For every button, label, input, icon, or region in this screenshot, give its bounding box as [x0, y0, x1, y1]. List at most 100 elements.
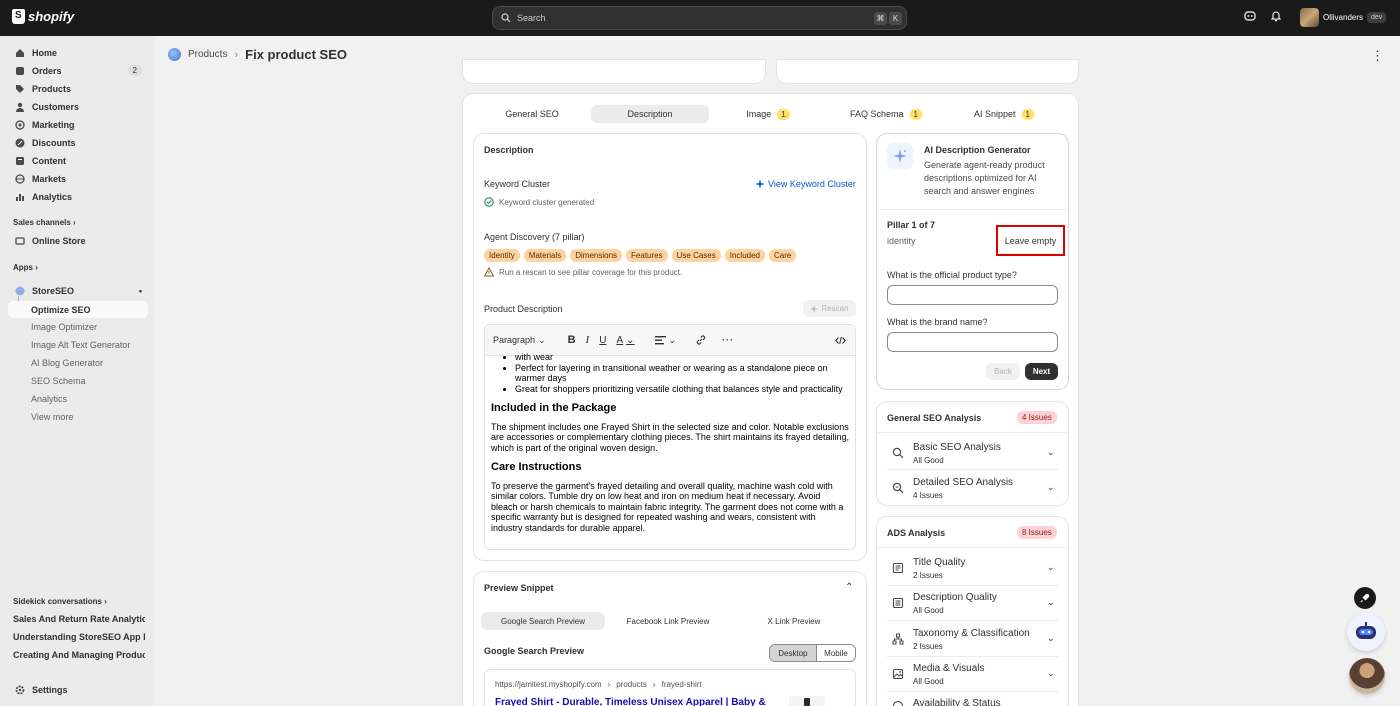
divider [887, 691, 1058, 692]
sidebar-sub-image-optimizer[interactable]: Image Optimizer [31, 322, 97, 332]
k-key: K [889, 12, 902, 25]
link-icon[interactable] [696, 335, 706, 345]
sidekick-icon[interactable] [1244, 10, 1256, 22]
section-paragraph: The shipment includes one Frayed Shirt i… [491, 421, 850, 453]
more-actions-icon[interactable]: ⋮ [1371, 48, 1384, 64]
chat-bot-button[interactable] [1347, 613, 1385, 651]
italic-icon[interactable]: I [586, 334, 590, 346]
row-status: 4 Issues [913, 491, 943, 500]
format-dropdown[interactable]: Paragraph ⌄ [493, 335, 546, 346]
chevron-down-icon[interactable]: ⌄ [1047, 482, 1055, 493]
rescan-button[interactable]: Rescan [803, 300, 856, 317]
sidebar-item-orders[interactable]: Orders 2 [8, 62, 148, 79]
row-title[interactable]: Title Quality [913, 557, 965, 568]
media-icon [891, 667, 905, 681]
next-button[interactable]: Next [1025, 363, 1058, 380]
chevron-down-icon[interactable]: ⌄ [1047, 633, 1055, 644]
bullet-item: with wear [515, 352, 849, 363]
sidebar-label: Customers [32, 101, 80, 112]
tab-x-preview[interactable]: X Link Preview [731, 612, 857, 630]
conversation-item[interactable]: Sales And Return Rate Analytics [13, 614, 145, 624]
target-icon [14, 119, 25, 130]
row-title[interactable]: Media & Visuals [913, 663, 985, 674]
chevron-up-icon[interactable]: ⌃ [845, 582, 853, 593]
robot-icon [1356, 622, 1376, 639]
top-bar: shopify Search ⌘ K Ollivanders dev [0, 0, 1400, 36]
tab-general-seo[interactable]: General SEO [473, 105, 591, 123]
breadcrumb-products-link[interactable]: Products [188, 49, 227, 60]
tab-ai-snippet[interactable]: AI Snippet 1 [945, 105, 1063, 123]
sidekick-text: Sidekick conversations [13, 597, 102, 606]
rocket-launch-button[interactable] [1354, 587, 1376, 609]
brand-name: shopify [28, 9, 75, 24]
row-title[interactable]: Detailed SEO Analysis [913, 477, 1013, 488]
store-menu[interactable]: Ollivanders dev [1300, 8, 1387, 27]
sidekick-conversations-label[interactable]: Sidekick conversations › [13, 597, 107, 606]
sidebar-item-marketing[interactable]: Marketing [8, 116, 148, 133]
underline-icon[interactable]: U [599, 335, 606, 346]
chevron-down-icon[interactable]: ⌄ [1047, 597, 1055, 608]
chevron-down-icon[interactable]: ⌄ [1047, 668, 1055, 679]
sidebar-item-content[interactable]: Content [8, 152, 148, 169]
conversation-item[interactable]: Creating And Managing Products [13, 650, 145, 660]
url-path: products [616, 680, 647, 689]
pillar-tag: Identity [484, 249, 520, 262]
support-agent-avatar[interactable] [1349, 658, 1385, 694]
row-title[interactable]: Description Quality [913, 592, 997, 603]
text-color-icon[interactable]: A ⌄ [616, 335, 634, 346]
sidebar-label: Online Store [32, 235, 86, 246]
tab-faq-schema[interactable]: FAQ Schema 1 [827, 105, 945, 123]
conversation-item[interactable]: Understanding StoreSEO App Features [13, 632, 145, 642]
seo-tabs: General SEO Description Image 1 FAQ Schem… [473, 104, 1067, 124]
sidebar-item-online-store[interactable]: Online Store [8, 232, 148, 249]
sidebar-item-settings[interactable]: Settings [8, 681, 148, 698]
sidebar-sub-alt-text[interactable]: Image Alt Text Generator [31, 340, 130, 350]
leave-empty-button[interactable]: Leave empty [996, 225, 1065, 256]
row-title[interactable]: Taxonomy & Classification [913, 628, 1030, 639]
sidebar-sub-blog-generator[interactable]: AI Blog Generator [31, 358, 103, 368]
shopify-logo[interactable]: shopify [12, 9, 74, 24]
sidebar-sub-analytics[interactable]: Analytics [31, 394, 67, 404]
product-thumbnail [789, 696, 825, 706]
chevron-down-icon[interactable]: ⌄ [1047, 447, 1055, 458]
mobile-toggle[interactable]: Mobile [815, 645, 855, 661]
view-keyword-cluster-link[interactable]: View Keyword Cluster [755, 179, 856, 189]
brand-name-input[interactable] [887, 332, 1058, 352]
sidebar-item-storeseo[interactable]: StoreSEO • [8, 282, 148, 299]
sidebar-sub-optimize-seo[interactable]: Optimize SEO [8, 301, 148, 318]
sidebar-item-home[interactable]: Home [8, 44, 148, 61]
tab-description[interactable]: Description [591, 105, 709, 123]
sidebar-item-markets[interactable]: Markets [8, 170, 148, 187]
product-type-input[interactable] [887, 285, 1058, 305]
desktop-toggle[interactable]: Desktop [770, 645, 816, 661]
back-button[interactable]: Back [986, 363, 1020, 380]
sidebar-item-analytics[interactable]: Analytics [8, 188, 148, 205]
row-title[interactable]: Basic SEO Analysis [913, 442, 1001, 453]
row-status: 2 Issues [913, 571, 943, 580]
tab-google-preview[interactable]: Google Search Preview [481, 612, 605, 630]
sidebar-item-products[interactable]: Products [8, 80, 148, 97]
sidebar-item-discounts[interactable]: Discounts [8, 134, 148, 151]
rich-text-editor[interactable]: Paragraph⌄ B I U A⌄ ⌄ ··· with wear Perf… [484, 324, 856, 550]
bell-icon[interactable] [1270, 10, 1282, 22]
tab-count-badge: 1 [909, 108, 922, 120]
sidebar-label: Discounts [32, 137, 76, 148]
apps-label[interactable]: Apps › [13, 263, 38, 272]
tab-facebook-preview[interactable]: Facebook Link Preview [605, 612, 731, 630]
sidebar-item-customers[interactable]: Customers [8, 98, 148, 115]
sidebar-sub-seo-schema[interactable]: SEO Schema [31, 376, 86, 386]
chevron-down-icon[interactable]: ⌄ [1047, 562, 1055, 573]
sales-channels-label[interactable]: Sales channels › [13, 218, 76, 227]
tab-count-badge: 1 [777, 108, 790, 120]
bold-icon[interactable]: B [568, 334, 576, 346]
sidebar-label: Markets [32, 173, 67, 184]
code-view-icon[interactable] [835, 336, 846, 345]
previous-card-left [463, 60, 765, 83]
row-title[interactable]: Availability & Status [913, 698, 1001, 706]
sidebar-sub-view-more[interactable]: View more [31, 412, 73, 422]
align-icon[interactable]: ⌄ [654, 335, 676, 346]
search-bar[interactable]: Search ⌘ K [492, 6, 907, 30]
tab-image[interactable]: Image 1 [709, 105, 827, 123]
more-options-icon[interactable]: ··· [722, 335, 734, 345]
gear-icon [14, 684, 25, 695]
